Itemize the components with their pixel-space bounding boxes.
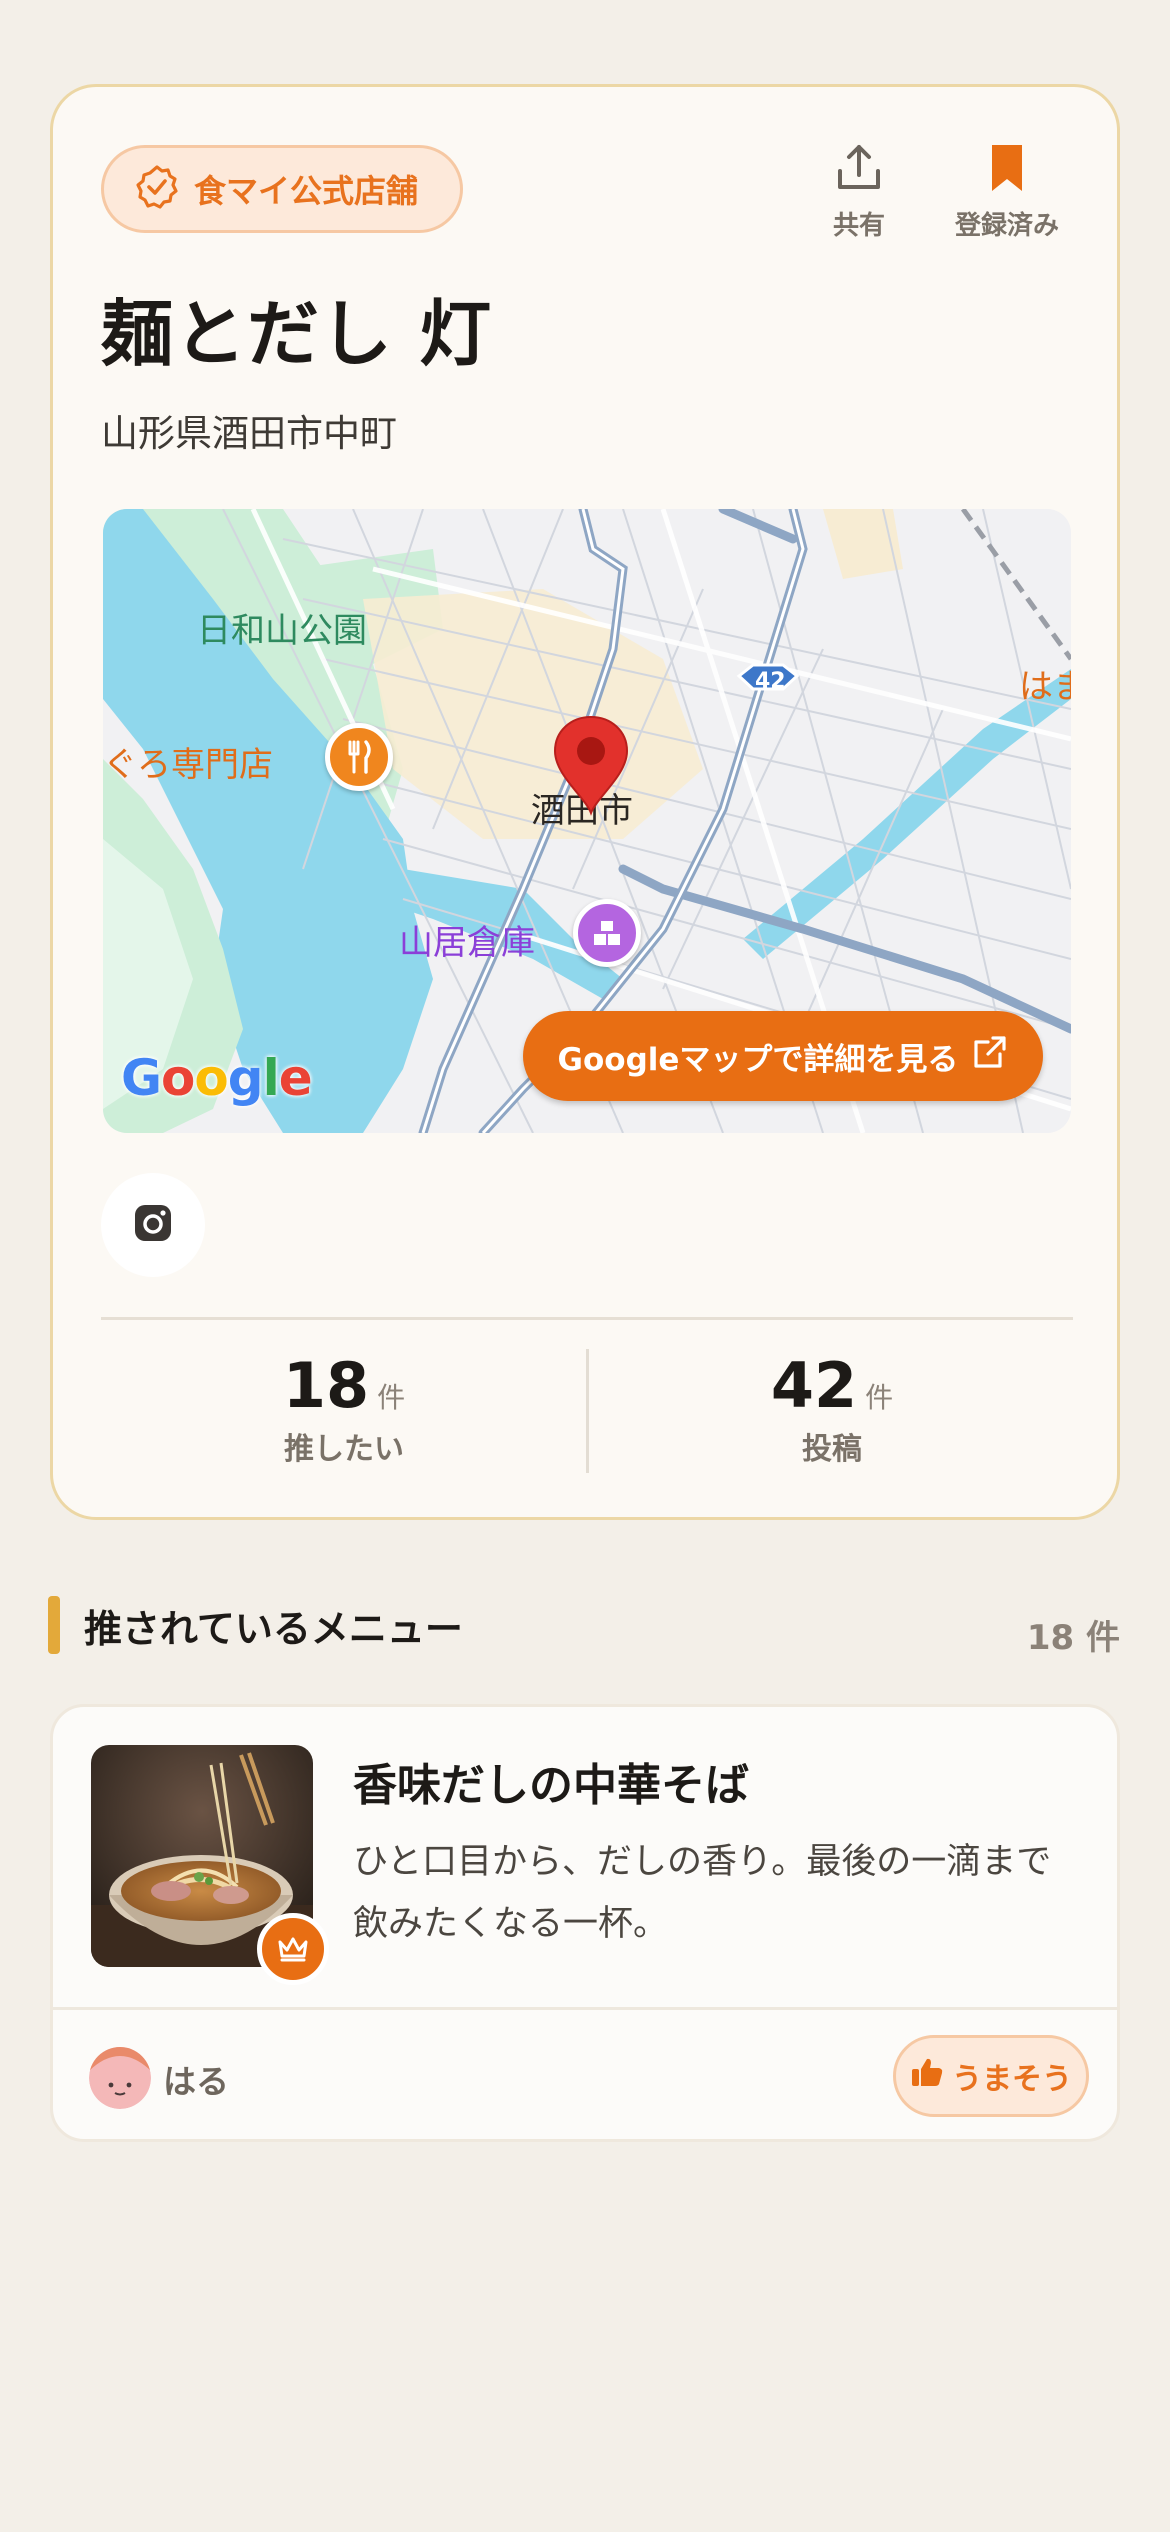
google-logo: Google — [121, 1049, 313, 1107]
share-label: 共有 — [832, 211, 885, 241]
stat-recommend-label: 推したい — [284, 1432, 404, 1467]
stat-recommend-value: 18 — [282, 1349, 370, 1422]
thumbs-up-icon — [910, 2056, 944, 2096]
badge-label: 食マイ公式店舗 — [194, 172, 419, 210]
official-store-badge: 食マイ公式店舗 — [101, 145, 463, 233]
instagram-icon — [131, 1201, 175, 1249]
map-button-label: Googleマップで詳細を見る — [557, 1041, 959, 1078]
menu-item-description: ひと口目から、だしの香り。最後の一滴まで飲みたくなる一杯。 — [353, 1842, 1052, 1944]
top-pick-crown-icon — [257, 1913, 329, 1985]
menu-card-divider — [53, 2007, 1117, 2010]
route-number: 42 — [755, 669, 786, 694]
user-name[interactable]: はる — [163, 2055, 229, 2103]
map-view[interactable]: 日和山公園 まぐろ専門店 酒田市 山居倉庫 はま 42 Go — [103, 509, 1071, 1133]
warehouse-poi-icon[interactable] — [573, 899, 641, 967]
stat-posts-value: 42 — [770, 1349, 858, 1422]
section-accent-bar — [48, 1596, 60, 1654]
store-card: 食マイ公式店舗 共有 登録済み 麺とだし 灯 山形県酒田市中町 日和山公園 ぐろ… — [50, 84, 1120, 1520]
open-google-maps-button[interactable]: Googleマップで詳細を見る — [523, 1011, 1043, 1101]
restaurant-label: まぐろ専門店 — [103, 745, 273, 785]
location-pin-icon — [551, 713, 631, 821]
warehouse-label: 山居倉庫 — [399, 923, 535, 963]
section-count: 18 件 — [1026, 1618, 1120, 1658]
menu-item-name: 香味だしの中華そば — [353, 1760, 749, 1811]
stats-divider — [101, 1317, 1073, 1320]
share-icon — [832, 141, 886, 199]
share-button[interactable]: 共有 — [779, 141, 939, 242]
restaurant-poi-icon[interactable] — [325, 723, 393, 791]
store-name: 麺とだし 灯 — [101, 292, 493, 376]
like-label: うまそう — [952, 2062, 1072, 2097]
stat-posts: 42 件 投稿 — [589, 1349, 1075, 1468]
section-title: 推されているメニュー — [84, 1607, 463, 1651]
edge-poi-label: はま — [1019, 667, 1071, 707]
stat-recommend: 18 件 推したい — [101, 1349, 587, 1468]
bookmark-icon — [980, 141, 1034, 199]
verified-check-icon — [134, 164, 180, 214]
like-button[interactable]: うまそう — [893, 2035, 1089, 2117]
bookmark-label: 登録済み — [954, 211, 1059, 241]
stat-posts-unit: 件 — [865, 1381, 894, 1414]
external-link-icon — [972, 1034, 1008, 1078]
instagram-button[interactable] — [101, 1173, 205, 1277]
bookmark-button[interactable]: 登録済み — [927, 141, 1087, 242]
stat-recommend-unit: 件 — [377, 1381, 406, 1414]
stat-posts-label: 投稿 — [802, 1432, 862, 1467]
menu-item-card[interactable]: 香味だしの中華そば ひと口目から、だしの香り。最後の一滴まで飲みたくなる一杯。 … — [50, 1704, 1120, 2142]
park-label: 日和山公園 — [197, 611, 367, 651]
avatar[interactable] — [89, 2047, 151, 2109]
store-address: 山形県酒田市中町 — [101, 412, 397, 455]
